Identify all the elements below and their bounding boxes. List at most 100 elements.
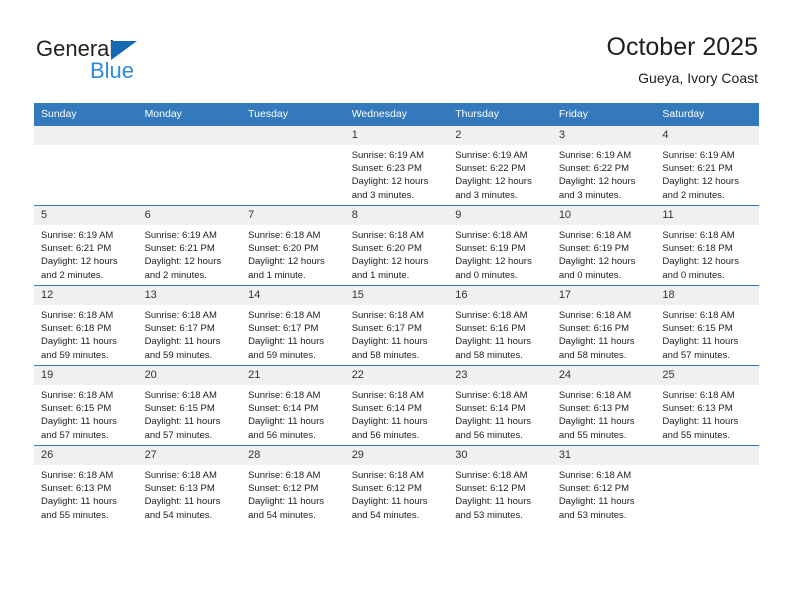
day-details: Sunrise: 6:19 AM Sunset: 6:22 PM Dayligh… — [552, 145, 656, 202]
day-cell[interactable]: 24 Sunrise: 6:18 AM Sunset: 6:13 PM Dayl… — [551, 365, 656, 446]
day-cell[interactable] — [137, 125, 242, 206]
day-cell[interactable]: 13 Sunrise: 6:18 AM Sunset: 6:17 PM Dayl… — [137, 285, 242, 366]
sunset-text: Sunset: 6:16 PM — [455, 323, 526, 335]
daylight-text-line2: and 2 minutes. — [41, 269, 104, 281]
sunset-text: Sunset: 6:20 PM — [248, 243, 319, 255]
sunrise-text: Sunrise: 6:18 AM — [41, 390, 114, 401]
day-cell[interactable]: 16 Sunrise: 6:18 AM Sunset: 6:16 PM Dayl… — [448, 285, 552, 366]
daylight-text-line2: and 58 minutes. — [351, 349, 420, 361]
day-cell[interactable]: 25 Sunrise: 6:18 AM Sunset: 6:13 PM Dayl… — [655, 365, 759, 446]
daylight-text-line1: Daylight: 11 hours — [248, 416, 324, 428]
day-cell[interactable]: 7 Sunrise: 6:18 AM Sunset: 6:20 PM Dayli… — [241, 205, 345, 286]
day-number: 26 — [34, 446, 138, 465]
sunset-text: Sunset: 6:12 PM — [558, 483, 630, 495]
daylight-text-line2: and 59 minutes. — [144, 349, 213, 361]
sunset-text: Sunset: 6:14 PM — [248, 403, 319, 415]
day-cell[interactable]: 27 Sunrise: 6:18 AM Sunset: 6:13 PM Dayl… — [137, 445, 242, 525]
day-cell[interactable]: 18 Sunrise: 6:18 AM Sunset: 6:15 PM Dayl… — [655, 285, 759, 366]
sunrise-text: Sunrise: 6:18 AM — [351, 390, 425, 401]
daylight-text-line1: Daylight: 12 hours — [455, 256, 532, 268]
day-cell[interactable]: 1 Sunrise: 6:19 AM Sunset: 6:23 PM Dayli… — [344, 125, 449, 206]
sunset-text: Sunset: 6:15 PM — [662, 323, 733, 335]
day-details: Sunrise: 6:18 AM Sunset: 6:15 PM Dayligh… — [138, 385, 242, 442]
sunrise-text: Sunrise: 6:18 AM — [144, 390, 217, 401]
day-cell[interactable]: 15 Sunrise: 6:18 AM Sunset: 6:17 PM Dayl… — [344, 285, 449, 366]
day-cell[interactable]: 19 Sunrise: 6:18 AM Sunset: 6:15 PM Dayl… — [34, 365, 138, 446]
day-details: Sunrise: 6:18 AM Sunset: 6:12 PM Dayligh… — [448, 465, 552, 522]
daylight-text-line2: and 54 minutes. — [248, 509, 316, 521]
daylight-text-line1: Daylight: 12 hours — [144, 256, 222, 268]
day-cell[interactable]: 12 Sunrise: 6:18 AM Sunset: 6:18 PM Dayl… — [34, 285, 138, 366]
day-cell[interactable]: 14 Sunrise: 6:18 AM Sunset: 6:17 PM Dayl… — [241, 285, 345, 366]
sunset-text: Sunset: 6:12 PM — [248, 483, 319, 495]
daylight-text-line2: and 59 minutes. — [41, 349, 109, 361]
daylight-text-line2: and 55 minutes. — [41, 509, 109, 521]
sunrise-text: Sunrise: 6:18 AM — [248, 230, 321, 241]
day-cell[interactable]: 21 Sunrise: 6:18 AM Sunset: 6:14 PM Dayl… — [241, 365, 345, 446]
day-details: Sunrise: 6:19 AM Sunset: 6:22 PM Dayligh… — [448, 145, 552, 202]
daylight-text-line1: Daylight: 12 hours — [558, 256, 636, 268]
day-cell[interactable]: 6 Sunrise: 6:19 AM Sunset: 6:21 PM Dayli… — [137, 205, 242, 286]
day-cell[interactable]: 28 Sunrise: 6:18 AM Sunset: 6:12 PM Dayl… — [241, 445, 345, 525]
daylight-text-line2: and 0 minutes. — [558, 269, 622, 281]
day-cell[interactable]: 3 Sunrise: 6:19 AM Sunset: 6:22 PM Dayli… — [551, 125, 656, 206]
day-cell[interactable]: 22 Sunrise: 6:18 AM Sunset: 6:14 PM Dayl… — [344, 365, 449, 446]
daylight-text-line2: and 57 minutes. — [41, 429, 109, 441]
daylight-text-line1: Daylight: 11 hours — [558, 416, 635, 428]
daylight-text-line1: Daylight: 11 hours — [455, 416, 532, 428]
day-cell[interactable]: 29 Sunrise: 6:18 AM Sunset: 6:12 PM Dayl… — [344, 445, 449, 525]
title-block: October 2025 Gueya, Ivory Coast — [607, 32, 759, 88]
daylight-text-line1: Daylight: 11 hours — [455, 336, 532, 348]
daylight-text-line2: and 57 minutes. — [662, 349, 730, 361]
page-title: October 2025 — [606, 33, 759, 61]
sunrise-text: Sunrise: 6:19 AM — [662, 150, 735, 161]
day-number: 19 — [34, 366, 138, 385]
daylight-text-line1: Daylight: 11 hours — [41, 336, 117, 348]
weekday-header-saturday: Saturday — [655, 103, 759, 126]
day-cell[interactable] — [241, 125, 345, 206]
day-details: Sunrise: 6:18 AM Sunset: 6:20 PM Dayligh… — [345, 225, 449, 282]
daylight-text-line1: Daylight: 11 hours — [351, 496, 428, 508]
daylight-text-line1: Daylight: 12 hours — [662, 256, 739, 268]
weekday-header-tuesday: Tuesday — [241, 103, 345, 126]
day-cell[interactable]: 17 Sunrise: 6:18 AM Sunset: 6:16 PM Dayl… — [551, 285, 656, 366]
sunset-text: Sunset: 6:19 PM — [558, 243, 630, 255]
week-row: 12 Sunrise: 6:18 AM Sunset: 6:18 PM Dayl… — [34, 285, 759, 366]
daylight-text-line2: and 56 minutes. — [248, 429, 316, 441]
day-number: 21 — [241, 366, 345, 385]
day-cell[interactable]: 11 Sunrise: 6:18 AM Sunset: 6:18 PM Dayl… — [655, 205, 759, 286]
day-cell[interactable] — [34, 125, 138, 206]
day-cell[interactable]: 2 Sunrise: 6:19 AM Sunset: 6:22 PM Dayli… — [448, 125, 552, 206]
day-number: 11 — [655, 206, 759, 225]
daylight-text-line2: and 1 minute. — [351, 269, 410, 281]
daylight-text-line2: and 57 minutes. — [144, 429, 213, 441]
sunset-text: Sunset: 6:22 PM — [558, 163, 630, 175]
day-cell[interactable]: 31 Sunrise: 6:18 AM Sunset: 6:12 PM Dayl… — [551, 445, 656, 525]
day-cell[interactable]: 20 Sunrise: 6:18 AM Sunset: 6:15 PM Dayl… — [137, 365, 242, 446]
sunset-text: Sunset: 6:12 PM — [455, 483, 526, 495]
day-details: Sunrise: 6:18 AM Sunset: 6:14 PM Dayligh… — [345, 385, 449, 442]
day-cell[interactable]: 23 Sunrise: 6:18 AM Sunset: 6:14 PM Dayl… — [448, 365, 552, 446]
day-details: Sunrise: 6:18 AM Sunset: 6:19 PM Dayligh… — [552, 225, 656, 282]
day-details: Sunrise: 6:18 AM Sunset: 6:15 PM Dayligh… — [34, 385, 138, 442]
day-cell[interactable]: 30 Sunrise: 6:18 AM Sunset: 6:12 PM Dayl… — [448, 445, 552, 525]
day-cell[interactable]: 5 Sunrise: 6:19 AM Sunset: 6:21 PM Dayli… — [34, 205, 138, 286]
day-number — [137, 126, 242, 145]
day-cell[interactable]: 8 Sunrise: 6:18 AM Sunset: 6:20 PM Dayli… — [344, 205, 449, 286]
sunset-text: Sunset: 6:21 PM — [41, 243, 112, 255]
page-header: General Blue October 2025 Gueya, Ivory C… — [0, 0, 792, 103]
sunrise-text: Sunrise: 6:19 AM — [144, 230, 217, 241]
sunset-text: Sunset: 6:20 PM — [351, 243, 422, 255]
day-cell[interactable]: 26 Sunrise: 6:18 AM Sunset: 6:13 PM Dayl… — [34, 445, 138, 525]
day-cell[interactable] — [655, 445, 759, 525]
day-details: Sunrise: 6:18 AM Sunset: 6:14 PM Dayligh… — [241, 385, 345, 442]
daylight-text-line1: Daylight: 11 hours — [41, 496, 117, 508]
day-cell[interactable]: 9 Sunrise: 6:18 AM Sunset: 6:19 PM Dayli… — [448, 205, 552, 286]
day-cell[interactable]: 10 Sunrise: 6:18 AM Sunset: 6:19 PM Dayl… — [551, 205, 656, 286]
daylight-text-line1: Daylight: 12 hours — [455, 176, 532, 188]
daylight-text-line2: and 1 minute. — [248, 269, 306, 281]
sunrise-text: Sunrise: 6:19 AM — [558, 150, 632, 161]
sunset-text: Sunset: 6:13 PM — [41, 483, 112, 495]
general-blue-logo[interactable]: General Blue — [36, 36, 216, 86]
day-cell[interactable]: 4 Sunrise: 6:19 AM Sunset: 6:21 PM Dayli… — [655, 125, 759, 206]
